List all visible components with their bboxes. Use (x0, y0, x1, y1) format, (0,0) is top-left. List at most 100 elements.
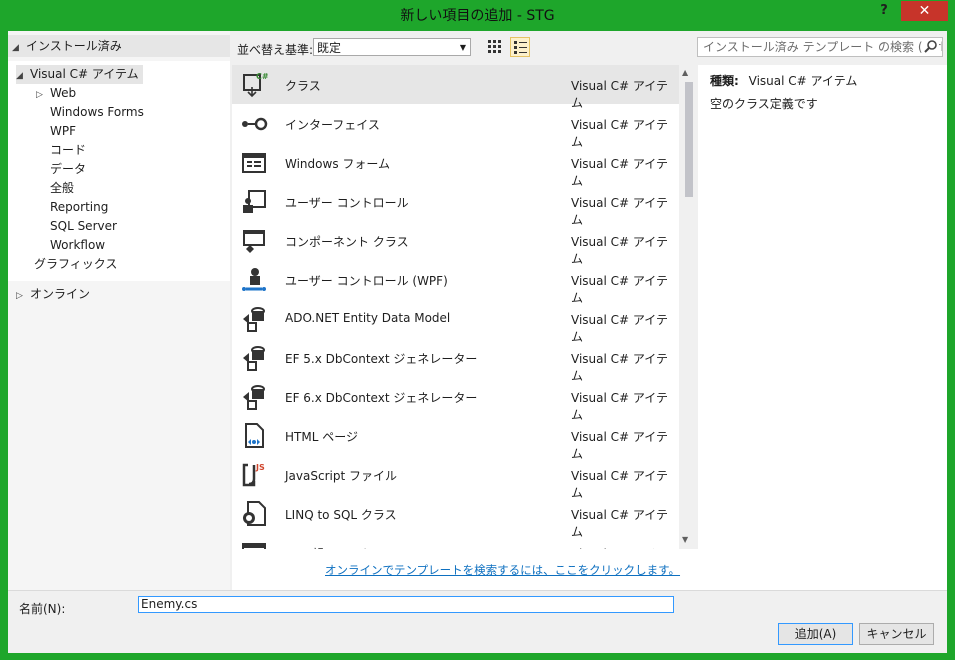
tree-node[interactable]: WPF (36, 122, 76, 141)
list-view-icon (514, 41, 527, 54)
template-name: JavaScript ファイル (285, 469, 397, 483)
tree-node-label: Reporting (50, 200, 109, 214)
tree-node[interactable]: データ (36, 160, 86, 179)
tree-node[interactable]: グラフィックス (16, 255, 117, 274)
tree-node-label: Visual C# アイテム (30, 67, 139, 81)
tree-node[interactable]: ◢ Visual C# アイテム (16, 65, 143, 84)
template-row[interactable]: LINQ to SQL クラス Visual C# アイテム (232, 494, 679, 539)
online-search-link[interactable]: オンラインでテンプレートを検索するには、ここをクリックします。 (325, 562, 680, 578)
tree-node[interactable]: コード (36, 141, 86, 160)
tree-node[interactable]: Reporting (36, 198, 108, 217)
sort-value: 既定 (317, 41, 342, 55)
template-list: C# クラス Visual C# アイテム インターフェイス Visual C# アイテ… (232, 65, 679, 549)
tree-header-online[interactable]: ▷ オンライン (8, 283, 230, 305)
collapse-arrow-icon: ◢ (16, 71, 23, 81)
tree-header-installed[interactable]: ◢ インストール済み (8, 35, 230, 57)
add-button[interactable]: 追加(A) (778, 623, 853, 645)
tree-node-label: Workflow (50, 238, 106, 252)
template-row[interactable]: Windows フォーム Visual C# アイテム (232, 143, 679, 188)
installed-label: インストール済み (26, 39, 122, 53)
template-name: インターフェイス (285, 118, 380, 132)
details-type-label: 種類: (710, 74, 739, 88)
dialog-window: 新しい項目の追加 - STG ? ✕ ◢ インストール済み ◢ Visual C# … (0, 0, 955, 660)
template-name: EF 6.x DbContext ジェネレーター (285, 391, 478, 405)
template-row[interactable]: EF 6.x DbContext ジェネレーター Visual C# アイテム (232, 377, 679, 422)
wpf-user-control-icon (240, 266, 268, 294)
template-name: Windows フォーム (285, 157, 391, 171)
html-page-icon (240, 422, 268, 450)
component-icon (240, 227, 268, 255)
list-view-button[interactable] (510, 37, 530, 57)
list-toolbar: 並べ替え基準: 既定 ▼ (232, 31, 698, 61)
tree-node-label: グラフィックス (34, 257, 118, 271)
tree-node[interactable]: SQL Server (36, 217, 117, 236)
scroll-up-icon[interactable]: ▲ (682, 68, 688, 77)
template-row[interactable]: ADO.NET Entity Data Model Visual C# アイテム (232, 299, 679, 344)
interface-icon (240, 110, 268, 138)
tree-node-label: Windows Forms (50, 105, 144, 119)
ef-generator-icon (240, 344, 268, 372)
svg-text:C#: C# (256, 72, 268, 81)
scroll-down-icon[interactable]: ▼ (682, 535, 688, 544)
title-bar: 新しい項目の追加 - STG (0, 0, 955, 32)
template-name: EF 5.x DbContext ジェネレーター (285, 352, 478, 366)
collapse-arrow-icon: ◢ (12, 43, 19, 53)
linq-icon (240, 500, 268, 528)
javascript-icon: JS (240, 461, 268, 489)
close-button[interactable]: ✕ (901, 1, 948, 21)
template-name: ADO.NET Entity Data Model (285, 311, 451, 325)
template-name: クラス (285, 79, 321, 93)
template-row[interactable]: MDI 親フォームVisual C# アイテム (232, 533, 679, 549)
details-type-row: 種類: Visual C# アイテム (710, 72, 857, 89)
tree-node-label: データ (50, 162, 87, 176)
tree-node[interactable]: ▷ Web (36, 84, 76, 103)
grid-view-button[interactable] (485, 37, 505, 57)
grid-view-icon (488, 40, 501, 53)
tree-node[interactable]: 全般 (36, 179, 74, 198)
details-description: 空のクラス定義です (710, 97, 818, 111)
template-row[interactable]: コンポーネント クラス Visual C# アイテム (232, 221, 679, 266)
template-name: LINQ to SQL クラス (285, 508, 397, 522)
cancel-button[interactable]: キャンセル (859, 623, 934, 645)
details-type-value: Visual C# アイテム (748, 74, 858, 88)
sort-dropdown[interactable]: 既定 ▼ (313, 38, 471, 56)
tree-node-label: SQL Server (50, 219, 117, 233)
name-input[interactable]: Enemy.cs (138, 596, 674, 613)
tree-node[interactable]: Workflow (36, 236, 105, 255)
template-name: ユーザー コントロール (WPF) (285, 274, 448, 288)
class-icon: C# (240, 71, 268, 99)
tree-node[interactable]: Windows Forms (36, 103, 144, 122)
tree-node-label: Web (50, 86, 77, 100)
template-row[interactable]: JS JavaScript ファイル Visual C# アイテム (232, 455, 679, 500)
template-row[interactable]: HTML ページ Visual C# アイテム (232, 416, 679, 461)
tree-node-list: ◢ Visual C# アイテム ▷ Web Windows Forms WPF コードデー… (8, 61, 230, 281)
template-row[interactable]: EF 5.x DbContext ジェネレーター Visual C# アイテム (232, 338, 679, 383)
search-icon[interactable] (923, 38, 939, 56)
template-name: HTML ページ (285, 430, 358, 444)
sort-label: 並べ替え基準: (237, 43, 314, 57)
online-label: オンライン (30, 287, 91, 301)
search-placeholder: インストール済み テンプレート の検索 (Ctrl+E) (703, 40, 943, 54)
online-search-area: オンラインでテンプレートを検索するには、ここをクリックします。 (232, 549, 698, 590)
template-row[interactable]: インターフェイス Visual C# アイテム (232, 104, 679, 149)
template-row[interactable]: C# クラス Visual C# アイテム (232, 65, 679, 110)
template-list-scrollbar[interactable]: ▲ ▼ (679, 65, 698, 549)
template-row[interactable]: ユーザー コントロール Visual C# アイテム (232, 182, 679, 227)
chevron-down-icon: ▼ (459, 43, 466, 52)
expand-arrow-icon: ▷ (16, 291, 23, 301)
form-icon (240, 539, 268, 549)
tree-node-label: コード (50, 143, 87, 157)
template-row[interactable]: ユーザー コントロール (WPF) Visual C# アイテム (232, 260, 679, 305)
form-icon (240, 149, 268, 177)
svg-text:JS: JS (255, 463, 265, 472)
entity-model-icon (240, 305, 268, 333)
template-name: コンポーネント クラス (285, 235, 409, 249)
template-name: ユーザー コントロール (285, 196, 409, 210)
help-button[interactable]: ? (873, 0, 895, 22)
tree-node-label: 全般 (50, 181, 75, 195)
bottom-bar: 名前(N): Enemy.cs 追加(A) キャンセル (8, 590, 947, 653)
user-control-icon (240, 188, 268, 216)
template-search-input[interactable]: インストール済み テンプレート の検索 (Ctrl+E) (697, 37, 943, 57)
category-tree: ◢ インストール済み ◢ Visual C# アイテム ▷ Web Windows For… (8, 31, 230, 590)
scrollbar-thumb[interactable] (685, 82, 693, 197)
